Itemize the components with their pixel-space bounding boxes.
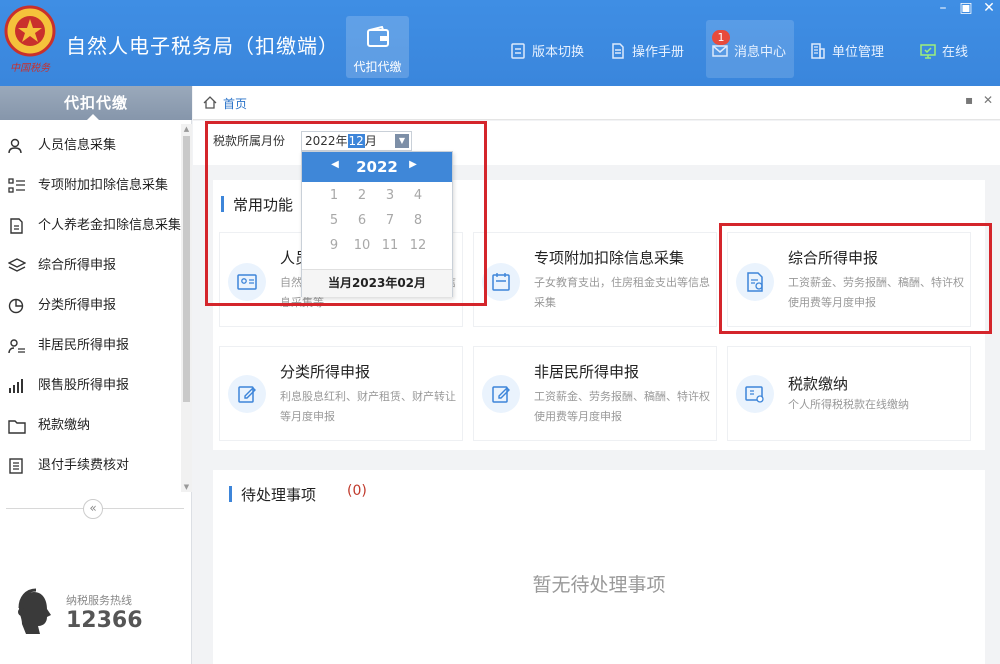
unit-management-label: 单位管理 (832, 45, 885, 60)
card-desc: 利息股息红利、财产租赁、财产转让等月度申报 (280, 390, 456, 423)
card-title: 分类所得申报 (280, 363, 371, 381)
pending-count: (0) (347, 483, 367, 499)
maximize-button[interactable]: ▣ (955, 0, 977, 18)
sidebar-item-refund-fee-check[interactable]: 退付手续费核对 (0, 446, 182, 486)
bar-chart-icon (9, 379, 23, 393)
scroll-up-arrow[interactable]: ▲ (181, 124, 192, 134)
sidebar-item-nonresident-income[interactable]: 非居民所得申报 (0, 326, 182, 366)
person-list-icon (8, 339, 25, 354)
edit-icon (228, 375, 266, 413)
pending-items-panel: 待处理事项 (0) 暂无待处理事项 (213, 470, 985, 664)
sidebar-item-label: 专项附加扣除信息采集 (38, 178, 169, 193)
card-desc: 子女教育支出，住房租金支出等信息采集 (534, 276, 710, 309)
pending-empty-text: 暂无待处理事项 (532, 574, 666, 596)
scroll-down-arrow[interactable]: ▼ (181, 482, 192, 492)
sidebar-item-label: 综合所得申报 (38, 258, 117, 273)
app-title: 自然人电子税务局（扣缴端） (66, 34, 339, 58)
hotline-label: 纳税服务热线 (66, 594, 132, 607)
message-center-label: 消息中心 (734, 45, 787, 60)
breadcrumb: 首页 ▪ ✕ (193, 86, 1000, 120)
card-nonresident-income[interactable]: 非居民所得申报 工资薪金、劳务报酬、稿酬、特许权使用费等月度申报 (473, 346, 717, 441)
version-switch-label: 版本切换 (532, 45, 585, 60)
online-status-label: 在线 (942, 45, 969, 60)
tab-withholding[interactable]: 代扣代缴 (346, 16, 409, 78)
card-desc: 工资薪金、劳务报酬、稿酬、特许权使用费等月度申报 (534, 390, 710, 423)
tax-emblem-logo: 中国税务 (2, 4, 58, 78)
tax-bill-icon (736, 375, 774, 413)
calendar-tax-icon (482, 263, 520, 301)
pie-icon (8, 298, 24, 314)
sidebar-item-label: 非居民所得申报 (38, 338, 130, 353)
annotation-box-comprehensive-income (719, 223, 992, 334)
wallet-icon (367, 26, 389, 47)
document-icon (10, 218, 23, 234)
restore-panel-button[interactable]: ▪ (965, 93, 973, 107)
sidebar: 代扣代缴 人员信息采集 专项附加扣除信息采集 个人养老金扣除信息采集 综合所得申… (0, 86, 192, 664)
pending-title: 待处理事项 (229, 484, 316, 505)
card-title: 专项附加扣除信息采集 (534, 249, 685, 267)
sidebar-item-label: 分类所得申报 (38, 298, 117, 313)
sidebar-item-label: 税款缴纳 (38, 418, 91, 433)
sidebar-item-person-info[interactable]: 人员信息采集 (0, 126, 182, 166)
tab-withholding-label: 代扣代缴 (353, 60, 402, 74)
edit-icon (482, 375, 520, 413)
card-desc: 个人所得税税款在线缴纳 (788, 398, 909, 411)
manual-button[interactable]: 操作手册 (610, 41, 684, 63)
monitor-icon (920, 44, 936, 59)
sidebar-item-restricted-shares[interactable]: 限售股所得申报 (0, 366, 182, 406)
sidebar-item-pension-deduction[interactable]: 个人养老金扣除信息采集 (0, 206, 182, 246)
person-icon (8, 138, 22, 154)
manual-icon (612, 43, 624, 59)
hotline-block: 纳税服务热线 12366 (14, 586, 184, 646)
building-icon (811, 43, 825, 59)
headset-icon (18, 588, 51, 634)
minimize-button[interactable]: – (932, 0, 954, 18)
sidebar-item-tax-payment[interactable]: 税款缴纳 (0, 406, 182, 446)
hotline-number: 12366 (66, 608, 143, 633)
card-tax-payment[interactable]: 税款缴纳 个人所得税税款在线缴纳 (727, 346, 971, 441)
card-title: 非居民所得申报 (534, 363, 640, 381)
layers-icon (8, 258, 26, 272)
manual-label: 操作手册 (632, 45, 685, 60)
logo-text: 中国税务 (10, 63, 50, 74)
breadcrumb-home[interactable]: 首页 (223, 95, 247, 112)
version-switch-button[interactable]: 版本切换 (510, 41, 584, 63)
sidebar-item-label: 限售股所得申报 (38, 378, 130, 393)
sidebar-item-label: 个人养老金扣除信息采集 (38, 218, 182, 233)
card-special-deduction[interactable]: 专项附加扣除信息采集 子女教育支出，住房租金支出等信息采集 (473, 232, 717, 327)
collapse-sidebar-button[interactable]: « (83, 499, 103, 519)
card-classified-income[interactable]: 分类所得申报 利息股息红利、财产租赁、财产转让等月度申报 (219, 346, 463, 441)
sidebar-title-label: 代扣代缴 (63, 94, 128, 112)
unit-management-button[interactable]: 单位管理 (810, 41, 884, 63)
scrollbar-thumb[interactable] (183, 136, 190, 402)
sidebar-scrollbar[interactable]: ▲ ▼ (181, 124, 192, 492)
annotation-box-month-picker (205, 121, 487, 306)
sidebar-item-classified-income[interactable]: 分类所得申报 (0, 286, 182, 326)
envelope-icon (712, 45, 728, 57)
close-panel-button[interactable]: ✕ (983, 93, 993, 107)
online-status-button[interactable]: 在线 (920, 41, 968, 63)
sidebar-notch (86, 114, 100, 121)
sidebar-item-comprehensive-income[interactable]: 综合所得申报 (0, 246, 182, 286)
sidebar-title: 代扣代缴 (0, 86, 192, 121)
sidebar-item-special-deduction[interactable]: 专项附加扣除信息采集 (0, 166, 182, 206)
list-icon (8, 178, 25, 193)
home-icon[interactable] (203, 96, 217, 109)
sidebar-item-label: 退付手续费核对 (38, 458, 130, 473)
checklist-icon (9, 458, 23, 474)
message-count-badge: 1 (712, 30, 730, 45)
folder-icon (8, 420, 26, 434)
card-title: 税款缴纳 (788, 375, 849, 393)
switch-icon (511, 43, 525, 59)
app-header: 中国税务 自然人电子税务局（扣缴端） 代扣代缴 版本切换 操作手册 消息中心 1… (0, 0, 1000, 86)
close-window-button[interactable]: ✕ (978, 0, 1000, 18)
sidebar-item-label: 人员信息采集 (38, 138, 117, 153)
